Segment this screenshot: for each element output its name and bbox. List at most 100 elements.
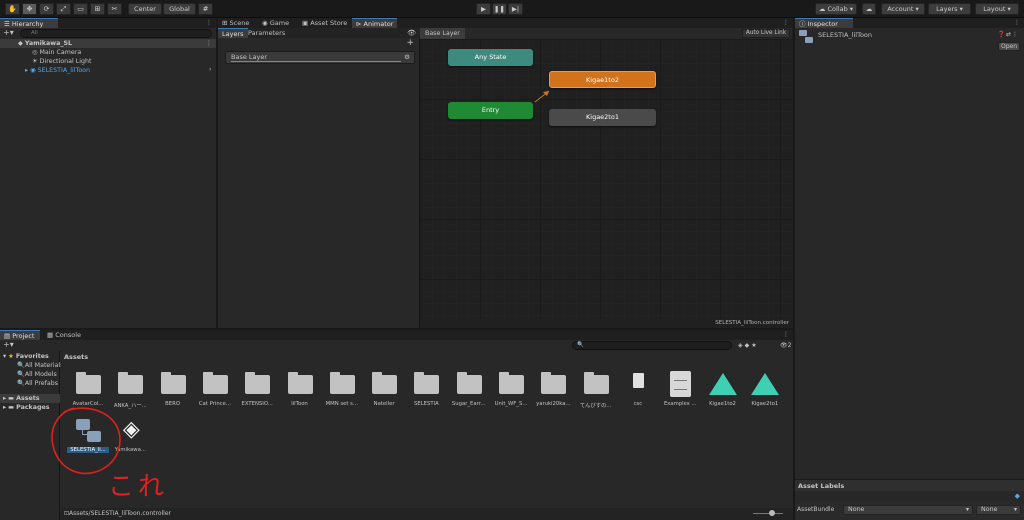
search-placeholder: All (31, 30, 38, 36)
eye-icon[interactable]: 👁 (407, 28, 416, 38)
controller-footer: SELESTIA_lilToon.controller (420, 319, 792, 328)
favorites-row[interactable]: ▾ ★ Favorites (3, 352, 49, 361)
gamepad-icon: ◉ (262, 19, 270, 27)
folder-icon (583, 372, 609, 394)
kebab-menu-icon[interactable]: ⋮ (206, 39, 212, 48)
tab-label: Project (12, 332, 35, 340)
tab-label: Game (269, 19, 290, 27)
packages-root-row[interactable]: ▸ ▬ Packages (3, 403, 50, 412)
asset-labels-header: Asset Labels (795, 479, 1024, 491)
hidden-count-label: 2 (787, 342, 792, 349)
kebab-menu-icon[interactable]: ⋮ (783, 330, 789, 340)
item-label: Main Camera (39, 49, 82, 56)
project-filter-icons[interactable]: ◈◆★ (738, 340, 759, 351)
any-state-node[interactable]: Any State (448, 49, 533, 66)
global-label: Global (169, 5, 190, 13)
play-button[interactable]: ▶ (476, 3, 491, 15)
hierarchy-item[interactable]: ▸ ◉ SELESTIA_lilToon (25, 66, 90, 75)
tab-project[interactable]: ▤ Project (0, 330, 40, 340)
layers-dropdown[interactable]: Layers ▾ (928, 3, 971, 15)
kebab-menu-icon[interactable]: ⋮ (1014, 18, 1020, 28)
asset-name: Unit_WF_S... (494, 401, 528, 407)
layer-row[interactable]: Base Layer ⚙ (225, 51, 415, 64)
breadcrumb[interactable]: Base Layer (420, 28, 465, 39)
tab-hierarchy[interactable]: ☰ Hierarchy (0, 18, 58, 28)
hierarchy-item[interactable]: ◎ Main Camera (32, 48, 81, 57)
layer-weight-bar (231, 61, 401, 62)
project-search-bar: +▾ 🔍 ◈◆★ 👁2 (0, 340, 793, 351)
folder-icon (414, 372, 440, 394)
hierarchy-tab-label: Hierarchy (11, 20, 44, 28)
custom-tool-icon[interactable]: ✂ (107, 3, 122, 15)
pause-button[interactable]: ❚❚ (492, 3, 507, 15)
unity-scene-icon: ◆ (18, 40, 25, 47)
add-icon[interactable]: +▾ (3, 340, 14, 350)
tag-icon[interactable]: ◆ (1015, 492, 1020, 500)
hierarchy-item[interactable]: ☀ Directional Light (32, 57, 91, 66)
tab-asset-store[interactable]: ▣ Asset Store (298, 18, 351, 28)
move-tool-icon[interactable]: ✥ (22, 3, 37, 15)
favorite-item[interactable]: 🔍All Materials (17, 361, 64, 370)
asset-name: Examples ... (663, 401, 697, 407)
hierarchy-tabbar: ☰ Hierarchy ⋮ (0, 18, 216, 28)
animation-clip-icon (750, 373, 779, 395)
tab-game[interactable]: ◉ Game (258, 18, 293, 28)
scene-row[interactable]: ◆ Yamikawa_SL ⋮ (0, 39, 216, 48)
transform-tool-icon[interactable]: ⊞ (90, 3, 105, 15)
rotate-tool-icon[interactable]: ⟳ (39, 3, 54, 15)
collab-dropdown[interactable]: ☁ Collab ▾ (815, 3, 857, 15)
kebab-menu-icon[interactable]: ⋮ (783, 18, 789, 28)
tab-console[interactable]: ▦ Console (43, 330, 85, 340)
hierarchy-search-input[interactable]: All (20, 29, 212, 38)
state-node-kigae1to2[interactable]: Kigae1to2 (549, 71, 656, 88)
scale-tool-icon[interactable]: ⤢ (56, 3, 71, 15)
rect-tool-icon[interactable]: ▭ (73, 3, 88, 15)
hidden-count[interactable]: 👁2 (780, 340, 791, 351)
grid-snap-icon[interactable]: # (198, 3, 213, 15)
kebab-menu-icon[interactable]: ⋮ (206, 18, 212, 28)
search-icon: 🔍 (17, 371, 25, 378)
step-button[interactable]: ▶| (508, 3, 523, 15)
project-search-input[interactable]: 🔍 (572, 341, 732, 350)
zoom-slider[interactable] (753, 510, 783, 516)
folder-icon: ▸ ▬ (3, 404, 17, 411)
folder-icon (329, 372, 355, 394)
cloud-icon: ☁ (865, 5, 873, 13)
tab-parameters[interactable]: Parameters (244, 28, 289, 38)
main-toolbar: ✋ ✥ ⟳ ⤢ ▭ ⊞ ✂ Center Global # ▶ ❚❚ ▶| ☁ … (0, 0, 1024, 18)
open-button[interactable]: Open (998, 42, 1020, 51)
global-space-button[interactable]: Global (163, 3, 196, 15)
chevron-right-icon[interactable]: › (209, 66, 211, 73)
favorite-item[interactable]: 🔍All Models (17, 370, 57, 379)
footer-file-label: SELESTIA_lilToon.controller (715, 320, 789, 326)
breadcrumb-label: Assets (64, 353, 89, 361)
bag-icon: ▣ (302, 19, 311, 27)
tab-inspector[interactable]: ⓘ Inspector (795, 18, 853, 28)
state-machine-graph[interactable]: Any State Kigae1to2 Entry Kigae2to1 (420, 39, 792, 319)
zoom-slider-handle[interactable] (769, 510, 775, 516)
layers-label: Layers (936, 5, 958, 13)
pivot-center-button[interactable]: Center (128, 3, 162, 15)
gear-icon[interactable]: ⚙ (404, 52, 410, 63)
add-icon[interactable]: +▾ (3, 28, 14, 38)
hand-tool-icon[interactable]: ✋ (5, 3, 20, 15)
favorite-item[interactable]: 🔍All Prefabs (17, 379, 58, 388)
star-icon: ★ (8, 353, 14, 360)
asset-variant-dropdown[interactable]: None (976, 505, 1021, 515)
asset-name: yaruki20ka... (536, 401, 571, 407)
asset-bundle-dropdown[interactable]: None (843, 505, 973, 515)
favorite-label: All Models (24, 371, 57, 378)
state-node-kigae2to1[interactable]: Kigae2to1 (549, 109, 656, 126)
auto-live-link-toggle[interactable]: Auto Live Link (741, 29, 790, 38)
transition-arrow[interactable] (533, 88, 553, 104)
inspector-header-icons[interactable]: ❓⇄⋮ (998, 31, 1020, 38)
step-icon: ▶| (511, 5, 520, 13)
layout-dropdown[interactable]: Layout ▾ (975, 3, 1019, 15)
entry-node[interactable]: Entry (448, 102, 533, 119)
tab-animator[interactable]: ⊳ Animator (352, 18, 398, 28)
project-breadcrumb[interactable]: Assets (61, 351, 793, 363)
add-layer-icon[interactable]: + (406, 38, 414, 48)
account-dropdown[interactable]: Account ▾ (881, 3, 925, 15)
cloud-services-button[interactable]: ☁ (862, 3, 876, 15)
tab-scene[interactable]: ⊞ Scene (218, 18, 253, 28)
